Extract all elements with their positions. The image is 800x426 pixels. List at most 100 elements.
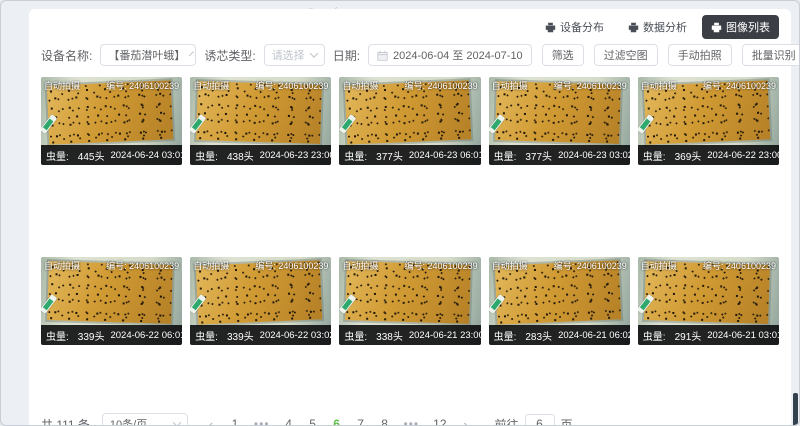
- manual-shot-button[interactable]: 手动拍照: [668, 44, 732, 66]
- insect-count-label: 虫量:: [344, 328, 367, 343]
- photo-info-bar: 虫量:338头 2024-06-21 23:00:37 详情: [339, 325, 480, 345]
- page-button-8[interactable]: 8: [380, 417, 390, 426]
- capture-mode-badge: 自动拍摄: [193, 259, 229, 272]
- app-window: 设备分布 数据分析 图像列表 设备名称: 【番茄潜叶蛾】 诱芯类型: 请选择: [0, 0, 800, 426]
- insect-count-label: 虫量:: [494, 328, 517, 343]
- nav-label: 数据分析: [643, 19, 687, 35]
- prev-page-button[interactable]: ‹: [206, 417, 216, 426]
- scrollbar-thumb[interactable]: [793, 393, 798, 426]
- chevron-down-icon: [173, 418, 181, 426]
- photo-info-bar: 虫量:445头 2024-06-24 03:01:50 详情: [41, 145, 182, 165]
- device-number: 编号: 2406100239: [255, 79, 328, 92]
- insect-count: 438头: [227, 148, 254, 163]
- trap-photo: 自动拍摄 编号: 2406100239 虫量:291头 2024-06-21 0…: [638, 257, 779, 345]
- capture-time: 2024-06-21 06:02:07: [558, 330, 630, 341]
- date-range-value: 2024-06-04 至 2024-07-10: [393, 47, 523, 63]
- nav-device-distribution[interactable]: 设备分布: [536, 15, 613, 39]
- photo-info-bar: 虫量:369头 2024-06-22 23:00:37 详情: [638, 145, 779, 165]
- capture-mode-badge: 自动拍摄: [492, 259, 528, 272]
- device-select[interactable]: 【番茄潜叶蛾】: [100, 44, 196, 66]
- page-size-value: 10条/页: [110, 416, 147, 426]
- search-button[interactable]: 筛选: [542, 44, 584, 66]
- page-button-1[interactable]: 1: [230, 417, 240, 426]
- page-button-12[interactable]: 12: [433, 417, 446, 426]
- lure-select[interactable]: 请选择: [264, 44, 325, 66]
- device-number: 编号: 2406100239: [554, 259, 627, 272]
- insect-count-label: 虫量:: [643, 328, 666, 343]
- capture-mode-badge: 自动拍摄: [641, 79, 677, 92]
- photo-info-bar: 虫量:291头 2024-06-21 03:01:48 详情: [638, 325, 779, 345]
- capture-time: 2024-06-23 03:02:22: [558, 150, 630, 161]
- nav-data-analysis[interactable]: 数据分析: [619, 15, 696, 39]
- insect-count: 377头: [525, 148, 552, 163]
- trap-photo: 自动拍摄 编号: 2406100239 虫量:338头 2024-06-21 2…: [339, 257, 480, 345]
- image-grid: 自动拍摄 编号: 2406100239 虫量:445头 2024-06-24 0…: [41, 77, 779, 345]
- jump-suffix-label: 页: [561, 416, 573, 426]
- page-button-7[interactable]: 7: [356, 417, 366, 426]
- next-ellipsis[interactable]: •••: [404, 417, 420, 426]
- capture-time: 2024-06-22 03:02:02: [260, 330, 332, 341]
- image-card[interactable]: 自动拍摄 编号: 2406100239 虫量:338头 2024-06-21 2…: [339, 257, 480, 345]
- page-button-5[interactable]: 5: [308, 417, 318, 426]
- image-card[interactable]: 自动拍摄 编号: 2406100239 虫量:445头 2024-06-24 0…: [41, 77, 182, 165]
- nav-label: 设备分布: [560, 19, 604, 35]
- trap-photo: 自动拍摄 编号: 2406100239 虫量: 339头 2024-06-22 0…: [190, 257, 331, 345]
- image-card[interactable]: 自动拍摄 编号: 2406100239 虫量:369头 2024-06-22 2…: [638, 77, 779, 165]
- capture-time: 2024-06-23 06:01:50: [409, 150, 481, 161]
- insect-count: 377头: [376, 148, 403, 163]
- printer-icon: [545, 22, 556, 33]
- pagination-bar: 共 111 条 10条/页 ‹ 1 ••• 4 5 6 7 8 ••• 12 ›…: [41, 413, 779, 426]
- capture-mode-badge: 自动拍摄: [44, 259, 80, 272]
- insect-count: 283头: [525, 328, 552, 343]
- image-card[interactable]: 自动拍摄 编号: 2406100239 虫量: 283头 2024-06-21 0…: [489, 257, 630, 345]
- insect-count: 291头: [675, 328, 702, 343]
- trap-photo: 自动拍摄 编号: 2406100239 虫量: 283头 2024-06-21 0…: [489, 257, 630, 345]
- date-range-input[interactable]: 2024-06-04 至 2024-07-10: [368, 44, 532, 66]
- view-switcher: 设备分布 数据分析 图像列表: [41, 15, 779, 39]
- image-card[interactable]: 自动拍摄 编号: 2406100239 虫量:291头 2024-06-21 0…: [638, 257, 779, 345]
- insect-count: 339头: [227, 328, 254, 343]
- printer-icon: [628, 22, 639, 33]
- photo-info-bar: 虫量:438头 2024-06-23 23:00:37 详情: [190, 145, 331, 165]
- photo-info-bar: 虫量:339头 2024-06-22 06:01:50 详情: [41, 325, 182, 345]
- insect-count-label: 虫量:: [195, 328, 218, 343]
- image-card[interactable]: 自动拍摄 编号: 2406100239 虫量:377头 2024-06-23 0…: [339, 77, 480, 165]
- insect-count-label: 虫量:: [46, 328, 69, 343]
- filter-empty-button[interactable]: 过滤空图: [594, 44, 658, 66]
- image-card[interactable]: 自动拍摄 编号: 2406100239 虫量:377头 2024-06-23 0…: [489, 77, 630, 165]
- photo-info-bar: 虫量:377头 2024-06-23 03:02:22 详情: [489, 145, 630, 165]
- capture-time: 2024-06-22 23:00:37: [707, 150, 779, 161]
- insect-count-label: 虫量:: [195, 148, 218, 163]
- insect-count-label: 虫量:: [46, 148, 69, 163]
- capture-time: 2024-06-24 03:01:50: [110, 150, 182, 161]
- image-card[interactable]: 自动拍摄 编号: 2406100239 虫量: 339头 2024-06-22 0…: [190, 257, 331, 345]
- prev-ellipsis[interactable]: •••: [254, 417, 270, 426]
- capture-time: 2024-06-23 23:00:37: [260, 150, 332, 161]
- capture-mode-badge: 自动拍摄: [44, 79, 80, 92]
- device-number: 编号: 2406100239: [703, 259, 776, 272]
- photo-info-bar: 虫量:377头 2024-06-23 06:01:50 详情: [339, 145, 480, 165]
- capture-mode-badge: 自动拍摄: [342, 79, 378, 92]
- chevron-down-icon: [309, 49, 317, 57]
- capture-time: 2024-06-21 23:00:37: [409, 330, 481, 341]
- main-panel: 设备分布 数据分析 图像列表 设备名称: 【番茄潜叶蛾】 诱芯类型: 请选择: [29, 9, 791, 426]
- capture-time: 2024-06-22 06:01:50: [110, 330, 182, 341]
- page-size-select[interactable]: 10条/页: [102, 413, 188, 426]
- device-select-value: 【番茄潜叶蛾】: [108, 47, 185, 63]
- image-card[interactable]: 自动拍摄 编号: 2406100239 虫量:438头 2024-06-23 2…: [190, 77, 331, 165]
- total-count: 共 111 条: [41, 416, 90, 426]
- image-card[interactable]: 自动拍摄 编号: 2406100239 虫量:339头 2024-06-22 0…: [41, 257, 182, 345]
- capture-mode-badge: 自动拍摄: [641, 259, 677, 272]
- next-page-button[interactable]: ›: [461, 417, 471, 426]
- insect-count: 338头: [376, 328, 403, 343]
- page-button-4[interactable]: 4: [284, 417, 294, 426]
- page-jump-input[interactable]: [525, 414, 555, 426]
- scrollbar-track[interactable]: [792, 1, 799, 426]
- trap-photo: 自动拍摄 编号: 2406100239 虫量:339头 2024-06-22 0…: [41, 257, 182, 345]
- nav-image-list[interactable]: 图像列表: [702, 15, 779, 39]
- page-button-6-active[interactable]: 6: [332, 417, 342, 426]
- device-number: 编号: 2406100239: [255, 259, 328, 272]
- device-number: 编号: 2406100239: [405, 79, 478, 92]
- page-list: ‹ 1 ••• 4 5 6 7 8 ••• 12 ›: [206, 417, 471, 426]
- insect-count: 339头: [78, 328, 105, 343]
